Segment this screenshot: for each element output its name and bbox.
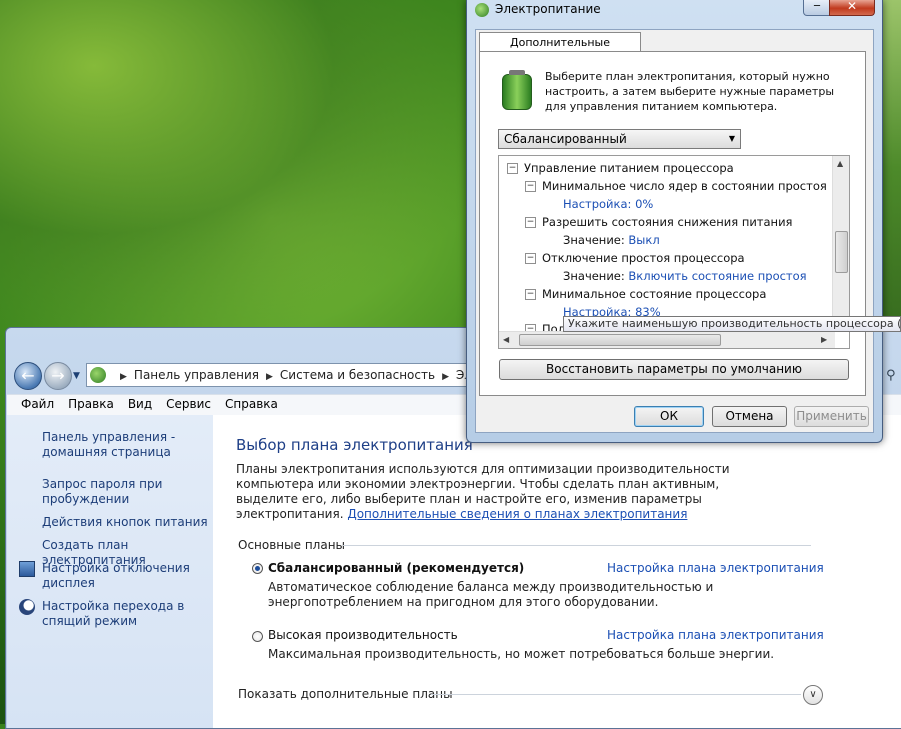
scroll-left-icon[interactable]: ◀ — [503, 335, 509, 344]
tree-value[interactable]: Выкл — [628, 233, 659, 247]
display-icon — [19, 561, 35, 577]
plan-high-performance-settings-link[interactable]: Настройка плана электропитания — [607, 628, 824, 642]
scrollbar-thumb[interactable] — [519, 334, 721, 346]
plan-high-performance-name[interactable]: Высокая производительность — [268, 628, 458, 642]
plan-balanced-name[interactable]: Сбалансированный (рекомендуется) — [268, 561, 524, 575]
sidebar: Панель управления - домашняя страница За… — [7, 415, 213, 728]
tree-value[interactable]: Включить состояние простоя — [628, 269, 806, 283]
tree-value-label: Значение: — [563, 269, 625, 283]
menu-edit[interactable]: Правка — [61, 395, 121, 413]
plan-select-value: Сбалансированный — [504, 132, 627, 146]
plan-balanced-radio[interactable] — [252, 563, 263, 574]
sidebar-link-sleep[interactable]: Настройка перехода в спящий режим — [42, 599, 212, 629]
tree-value-label: Значение: — [563, 233, 625, 247]
scroll-right-icon[interactable]: ▶ — [821, 335, 827, 344]
tree-item-label: Минимальное число ядер в состоянии прост… — [542, 179, 827, 193]
back-button[interactable]: ← — [14, 362, 42, 390]
apply-button[interactable]: Применить — [794, 406, 869, 427]
power-icon — [475, 3, 489, 17]
tree-value-min-cores: Настройка: 0% — [563, 197, 653, 211]
page-description: Планы электропитания используются для оп… — [236, 462, 776, 522]
menu-file[interactable]: Файл — [7, 395, 61, 413]
menu-help[interactable]: Справка — [218, 395, 285, 413]
menu-tools[interactable]: Сервис — [159, 395, 218, 413]
forward-button[interactable]: → — [44, 362, 72, 390]
chevron-right-icon[interactable]: ▶ — [266, 372, 273, 382]
tooltip: Укажите наименьшую производительность пр… — [563, 316, 901, 332]
sidebar-link-display-off[interactable]: Настройка отключения дисплея — [42, 561, 212, 591]
chevron-right-icon[interactable]: ▶ — [442, 372, 449, 382]
close-icon[interactable]: ✕ — [829, 0, 875, 16]
moon-icon — [19, 599, 35, 615]
tree-item-min-cores[interactable]: − Минимальное число ядер в состоянии прос… — [525, 179, 827, 193]
more-info-link[interactable]: Дополнительные сведения о планах электро… — [347, 507, 687, 521]
minimize-icon[interactable]: ─ — [803, 0, 831, 16]
collapse-icon[interactable]: − — [507, 163, 518, 174]
collapse-icon[interactable]: − — [525, 289, 536, 300]
control-panel-icon — [90, 367, 106, 383]
collapse-icon[interactable]: − — [525, 253, 536, 264]
tree-item-allow-throttle[interactable]: − Разрешить состояния снижения питания — [525, 215, 792, 229]
sidebar-link-home[interactable]: Панель управления - домашняя страница — [42, 430, 212, 460]
vertical-scrollbar[interactable]: ▲ ▼ — [832, 156, 849, 332]
cancel-button[interactable]: Отмена — [712, 406, 787, 427]
battery-icon — [502, 70, 532, 110]
scrollbar-thumb[interactable] — [835, 231, 848, 273]
chevron-right-icon[interactable]: ▶ — [120, 372, 127, 382]
tree-item-label: Минимальное состояние процессора — [542, 287, 767, 301]
page-title: Выбор плана электропитания — [236, 436, 473, 454]
desktop-wallpaper — [0, 0, 470, 330]
tree-item-idle-disable[interactable]: − Отключение простоя процессора — [525, 251, 745, 265]
plan-high-performance-description: Максимальная производительность, но може… — [268, 647, 775, 661]
breadcrumb: ▶ Панель управления ▶ Система и безопасност… — [113, 368, 509, 382]
dialog-intro: Выберите план электропитания, который ну… — [545, 70, 835, 113]
show-more-plans-label[interactable]: Показать дополнительные планы — [238, 687, 453, 701]
tree-item-label: Разрешить состояния снижения питания — [542, 215, 793, 229]
ok-button[interactable]: ОК — [634, 406, 704, 427]
sidebar-link-wake-password[interactable]: Запрос пароля при пробуждении — [42, 477, 212, 507]
divider — [343, 545, 811, 546]
power-options-dialog: Электропитание ─ ✕ Дополнительные параме… — [466, 0, 883, 443]
tree-value-allow-throttle: Значение: Выкл — [563, 233, 660, 247]
tree-item-label: Отключение простоя процессора — [542, 251, 745, 265]
history-dropdown-icon[interactable]: ▼ — [73, 371, 80, 381]
tab-advanced-settings[interactable]: Дополнительные параметры — [479, 32, 641, 68]
tree-item-min-state[interactable]: − Минимальное состояние процессора — [525, 287, 766, 301]
collapse-icon[interactable]: − — [525, 217, 536, 228]
tree-value[interactable]: 0% — [635, 197, 653, 211]
dialog-title: Электропитание — [495, 2, 601, 16]
scroll-up-icon[interactable]: ▲ — [837, 159, 843, 168]
tree-value-label: Настройка: — [563, 197, 632, 211]
chevron-down-icon[interactable]: ∨ — [803, 685, 823, 705]
breadcrumb-control-panel[interactable]: Панель управления — [134, 368, 259, 382]
tree-group-label: Управление питанием процессора — [524, 161, 734, 175]
main-content: Выбор плана электропитания Планы электро… — [213, 415, 901, 728]
divider — [431, 694, 801, 695]
tree-value-idle-disable: Значение: Включить состояние простоя — [563, 269, 807, 283]
menu-view[interactable]: Вид — [121, 395, 159, 413]
plan-balanced-description: Автоматическое соблюдение баланса между … — [268, 580, 714, 609]
plan-high-performance-radio[interactable] — [252, 631, 263, 642]
horizontal-scrollbar[interactable]: ◀ ▶ — [499, 331, 835, 348]
dropdown-arrow-icon: ▼ — [728, 134, 735, 143]
section-heading: Основные планы — [238, 538, 346, 552]
plan-balanced-settings-link[interactable]: Настройка плана электропитания — [607, 561, 824, 575]
search-icon[interactable]: ⚲ — [886, 368, 896, 383]
plan-select[interactable]: Сбалансированный ▼ — [498, 129, 741, 149]
collapse-icon[interactable]: − — [525, 181, 536, 192]
tree-group-processor[interactable]: − Управление питанием процессора — [507, 161, 734, 175]
restore-defaults-button[interactable]: Восстановить параметры по умолчанию — [499, 359, 849, 380]
sidebar-link-power-buttons[interactable]: Действия кнопок питания — [42, 515, 212, 530]
breadcrumb-system-security[interactable]: Система и безопасность — [280, 368, 435, 382]
